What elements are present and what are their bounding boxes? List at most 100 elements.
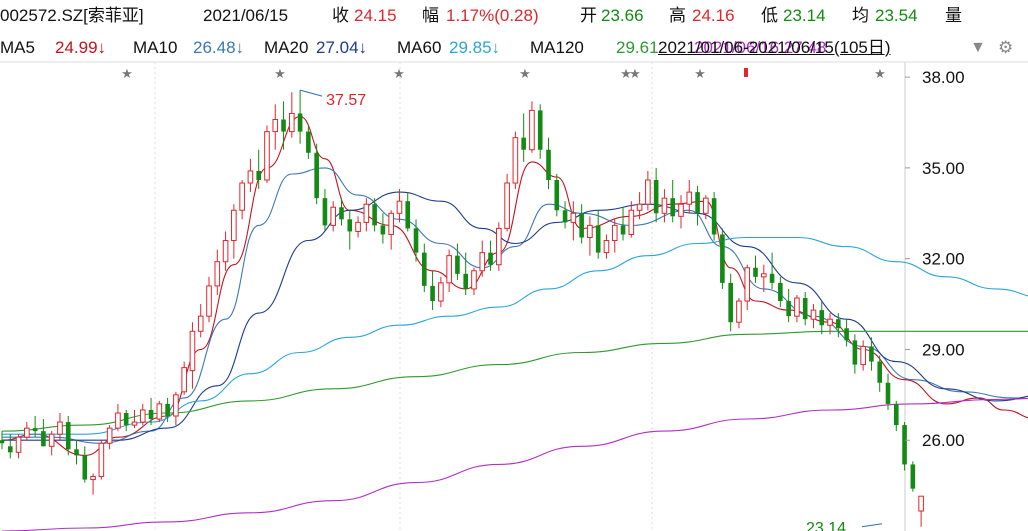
candle-28	[231, 204, 237, 259]
candle-5	[41, 419, 46, 447]
candle-9	[74, 440, 79, 465]
candle-90	[744, 264, 751, 311]
candle-body-up	[661, 197, 668, 214]
candle-46	[380, 213, 386, 244]
candle-body-down	[877, 361, 883, 383]
candle-body-up	[197, 315, 204, 332]
candle-10	[82, 446, 88, 483]
event-star-icon: ★	[629, 67, 641, 82]
candle-body-down	[819, 310, 825, 326]
candle-47	[388, 210, 394, 250]
candle-body-up	[611, 224, 618, 242]
candle-body-down	[430, 285, 435, 302]
candle-102	[844, 319, 849, 347]
candle-body-up	[222, 240, 229, 263]
candle-body-down	[893, 403, 899, 426]
candle-body-up	[363, 203, 370, 223]
candle-83	[686, 180, 693, 214]
candle-body-down	[0, 440, 5, 444]
candle-22	[181, 361, 187, 395]
candle-15	[123, 409, 129, 432]
candle-13	[106, 425, 113, 450]
ma120-line	[1, 330, 1028, 432]
candle-35	[289, 92, 295, 138]
candle-12	[98, 440, 105, 480]
candle-14	[115, 403, 121, 432]
candle-76	[628, 201, 635, 238]
candle-body-down	[488, 252, 493, 265]
candle-41	[339, 198, 344, 226]
min-price-label: 23.14	[806, 520, 846, 531]
candle-body-down	[695, 192, 700, 214]
candle-body-up	[479, 252, 486, 272]
candle-body-down	[537, 110, 543, 150]
candle-36	[297, 90, 303, 144]
candle-body-down	[256, 170, 261, 181]
candle-body-down	[562, 210, 568, 223]
candle-78	[645, 170, 651, 211]
candle-111	[918, 495, 924, 527]
candle-43	[355, 216, 361, 238]
candle-25	[206, 276, 212, 323]
event-star-icon: ★	[519, 67, 531, 82]
candle-51	[421, 243, 427, 292]
candle-body-up	[115, 412, 121, 429]
candle-body-up	[24, 427, 30, 438]
ma60-line	[2, 236, 1028, 435]
candle-body-down	[297, 113, 303, 132]
candle-body-down	[372, 204, 377, 226]
min-pointer-line	[861, 523, 883, 528]
candle-body-up	[231, 209, 237, 242]
candle-16	[131, 409, 138, 429]
candle-body-up	[48, 433, 55, 447]
candle-84	[695, 186, 700, 226]
candle-91	[753, 255, 758, 283]
y-tick-label-0: 38.00	[922, 68, 965, 87]
event-star-icon: ★	[694, 67, 706, 82]
candle-68	[562, 201, 568, 229]
candle-79	[653, 167, 659, 223]
candle-67	[554, 173, 560, 217]
event-star-icon: ★	[874, 67, 886, 82]
candle-body-down	[778, 282, 783, 302]
candle-body-up	[98, 442, 105, 478]
candle-58	[479, 240, 486, 277]
candle-body-down	[148, 409, 154, 420]
candle-body-down	[347, 219, 353, 232]
candle-body-down	[32, 428, 38, 432]
candle-body-up	[504, 182, 510, 229]
candle-6	[48, 431, 55, 456]
ma250-line	[1, 397, 1028, 531]
candle-body-down	[380, 225, 386, 235]
candle-73	[603, 234, 610, 259]
candle-body-up	[57, 421, 63, 435]
candle-81	[670, 180, 676, 223]
candle-body-down	[802, 298, 808, 320]
candle-body-down	[910, 464, 916, 489]
candle-30	[247, 158, 254, 193]
candle-94	[778, 276, 783, 308]
kline-chart: ★ ★ ★ ★ ★★ ★ ★ 37.5723.14 38.0035.0032.0029.00…	[0, 61, 1028, 531]
candle-74	[611, 219, 618, 253]
candle-body-down	[653, 180, 659, 214]
candle-88	[728, 273, 733, 332]
candle-body-down	[41, 431, 46, 447]
candle-103	[852, 334, 858, 374]
candle-body-up	[355, 221, 361, 232]
candle-body-down	[546, 149, 551, 181]
candle-body-up	[15, 436, 22, 453]
candle-body-up	[603, 240, 610, 254]
candle-body-down	[885, 382, 891, 404]
candle-body-up	[139, 409, 146, 423]
candle-body-down	[869, 346, 874, 362]
candle-92	[760, 264, 767, 292]
event-star-icon: ★	[393, 67, 405, 82]
candle-body-down	[314, 152, 319, 199]
candle-body-up	[512, 137, 519, 184]
candle-33	[272, 104, 279, 150]
candle-57	[471, 267, 477, 295]
candle-body-up	[744, 267, 751, 302]
candle-body-up	[272, 118, 279, 133]
candle-body-up	[810, 309, 817, 320]
candle-44	[363, 198, 370, 232]
